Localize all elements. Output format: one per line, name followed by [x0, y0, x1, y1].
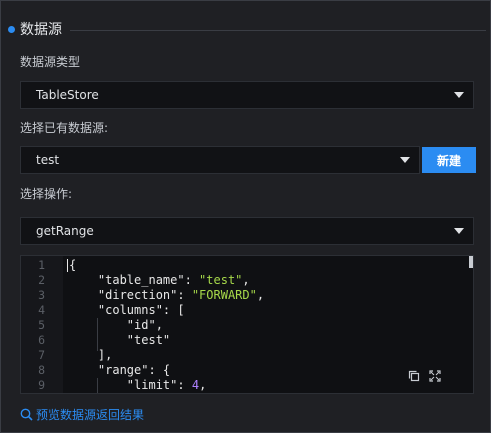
code-token: , — [256, 288, 265, 302]
line-number: 5 — [38, 318, 45, 332]
code-token: "FORWARD" — [191, 288, 257, 302]
line-number: 8 — [38, 363, 45, 377]
code-line: "table_name": "test", — [69, 273, 250, 288]
code-token: ], — [69, 348, 113, 362]
line-number: 1 — [38, 258, 45, 272]
code-line: "test" — [69, 333, 170, 348]
chevron-down-icon — [400, 157, 410, 163]
operation-select[interactable]: getRange — [20, 217, 474, 245]
preview-result-label: 预览数据源返回结果 — [36, 407, 145, 422]
preview-result-link[interactable]: 预览数据源返回结果 — [20, 405, 144, 423]
chevron-down-icon — [454, 92, 464, 98]
datasource-panel: 数据源 数据源类型 TableStore 选择已有数据源: test 新建 选择… — [0, 0, 491, 433]
section-title: 数据源 — [20, 22, 62, 38]
line-number: 2 — [38, 273, 45, 287]
code-line: "id", — [69, 318, 163, 333]
section-dot-icon — [8, 25, 15, 33]
datasource-type-value: TableStore — [36, 88, 99, 102]
editor-scrollbar[interactable] — [469, 256, 473, 268]
code-token: "limit": — [69, 378, 192, 392]
existing-datasource-select[interactable]: test — [20, 146, 420, 174]
existing-datasource-label: 选择已有数据源: — [20, 121, 109, 135]
copy-icon[interactable] — [408, 370, 420, 382]
line-number: 3 — [38, 288, 45, 302]
text-cursor — [67, 259, 68, 272]
code-line: { — [69, 258, 76, 273]
code-token: "test" — [69, 333, 171, 347]
code-token: "columns": [ — [69, 303, 185, 317]
fullscreen-icon[interactable] — [429, 370, 441, 382]
code-token: "range": { — [69, 363, 171, 377]
code-token: 4 — [191, 378, 200, 392]
code-token: "test" — [199, 273, 243, 287]
existing-datasource-value: test — [36, 153, 60, 167]
operation-value: getRange — [36, 224, 94, 238]
editor-toolbar — [408, 370, 441, 382]
code-line: "columns": [ — [69, 303, 185, 318]
search-icon — [20, 408, 33, 421]
code-token: , — [199, 378, 207, 392]
code-line: "range": { — [69, 363, 170, 378]
code-token: { — [69, 258, 77, 272]
header-divider — [70, 29, 486, 31]
operation-label: 选择操作: — [20, 187, 73, 201]
line-number: 6 — [38, 333, 45, 347]
line-number: 4 — [38, 303, 45, 317]
code-line: "limit": 4, — [69, 378, 207, 393]
section-header: 数据源 — [8, 19, 486, 39]
datasource-type-label: 数据源类型 — [20, 55, 81, 69]
new-datasource-button[interactable]: 新建 — [422, 147, 476, 173]
code-token: "id", — [69, 318, 163, 332]
code-line: "direction": "FORWARD", — [69, 288, 264, 303]
code-editor[interactable]: 123456789 { "table_name": "test", "direc… — [20, 255, 474, 394]
code-token: "direction": — [69, 288, 192, 302]
datasource-type-select[interactable]: TableStore — [20, 81, 474, 109]
line-number: 7 — [38, 348, 45, 362]
code-line: ], — [69, 348, 112, 363]
line-number: 9 — [38, 378, 45, 392]
chevron-down-icon — [454, 228, 464, 234]
code-token: , — [242, 273, 250, 287]
code-token: "table_name": — [69, 273, 200, 287]
